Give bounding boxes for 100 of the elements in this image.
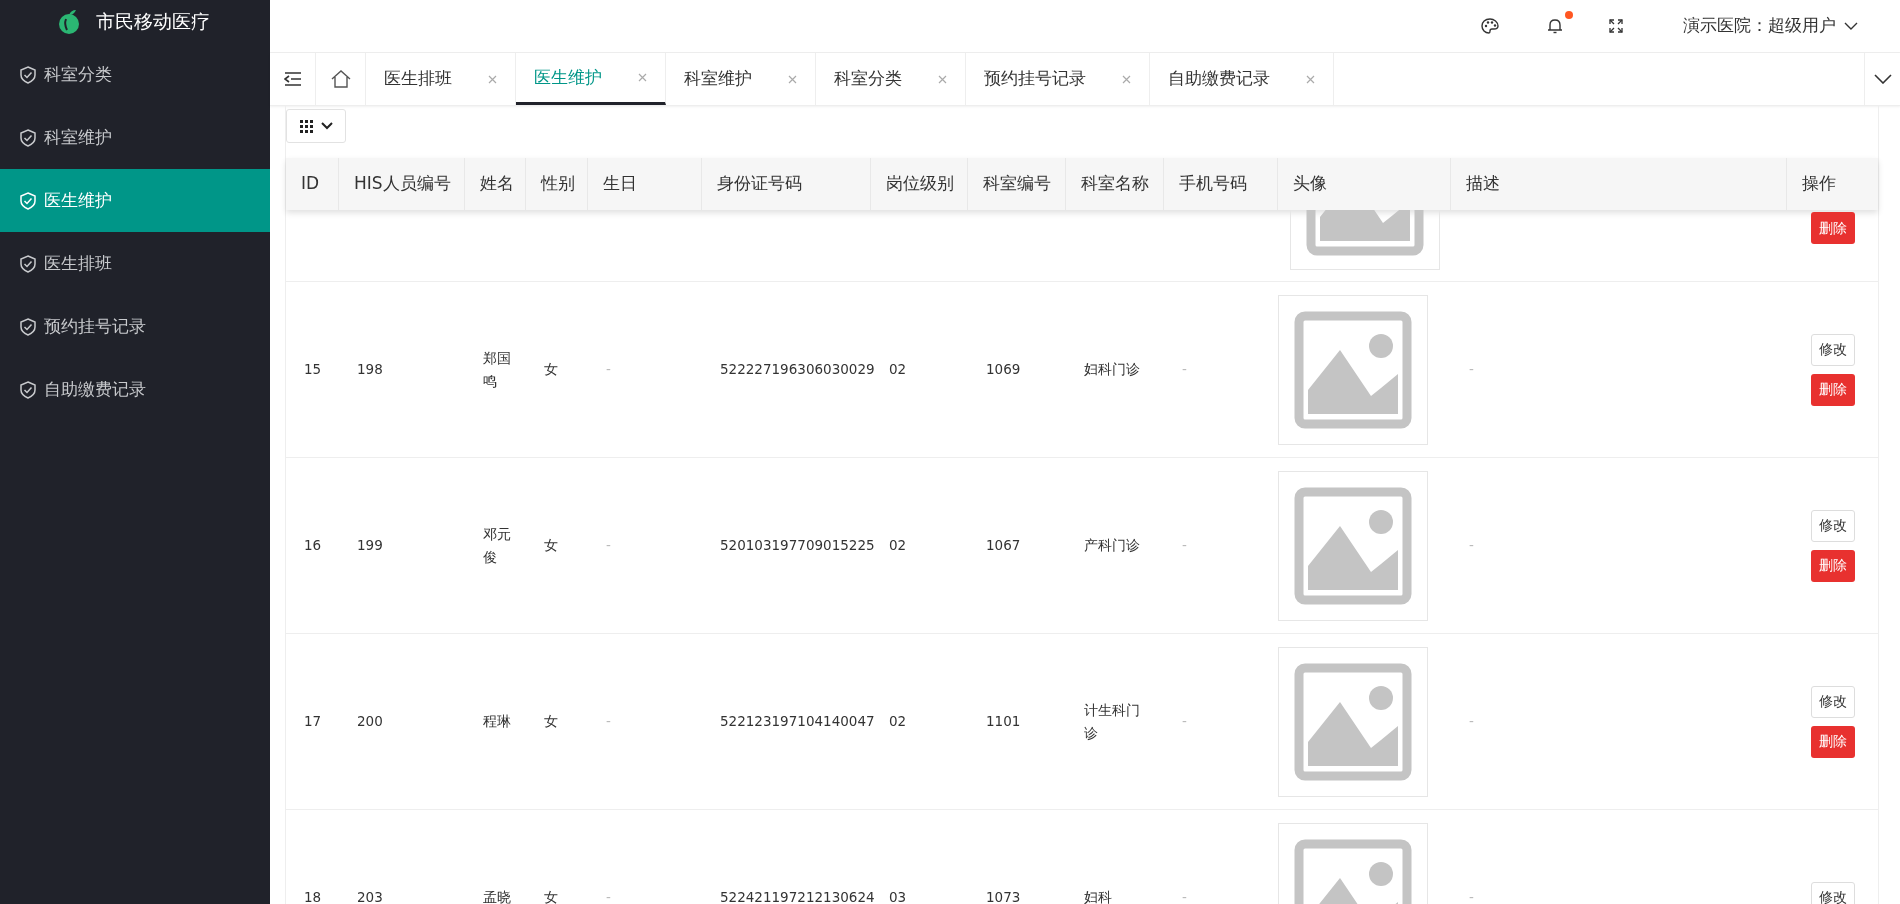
table-cell-text: 18 [304, 888, 322, 904]
delete-button[interactable]: 删除 [1810, 725, 1855, 758]
shield-check-icon [20, 317, 36, 336]
menu-collapse-icon[interactable] [283, 72, 302, 86]
table-cell-text: 16 [304, 536, 322, 556]
sidebar-item[interactable]: 医生排班 [0, 232, 270, 295]
table-cell-text: 17 [304, 712, 322, 732]
shield-check-icon [20, 191, 36, 210]
table-cell-text: 妇科 [1084, 888, 1112, 904]
tab-label: 医生维护 [534, 65, 602, 89]
app-title: 市民移动医疗 [96, 9, 210, 35]
table-cell-text: 522123197104140047 [720, 712, 875, 732]
tab[interactable]: 科室分类 [816, 53, 966, 105]
grid-icon [299, 119, 313, 133]
table-cell-text: 女 [544, 536, 558, 556]
tab[interactable]: 科室维护 [666, 53, 816, 105]
column-header: 描述 [1466, 172, 1500, 196]
shield-check-icon [20, 128, 36, 147]
column-header: 生日 [603, 172, 637, 196]
table-cell-text: 522421197212130624 [720, 888, 875, 904]
table-cell-text: 1101 [986, 712, 1021, 732]
table-cell-text: - [1182, 360, 1187, 380]
table-cell-text: 199 [357, 536, 383, 556]
chevron-down-icon[interactable] [1873, 74, 1892, 84]
tab-label: 预约挂号记录 [984, 67, 1086, 91]
tab[interactable]: 预约挂号记录 [966, 53, 1150, 105]
sidebar-item[interactable]: 科室维护 [0, 106, 270, 169]
table-cell-text: 程琳 [483, 712, 511, 732]
sidebar-item[interactable]: 预约挂号记录 [0, 295, 270, 358]
table-cell-text: 产科门诊 [1084, 536, 1140, 556]
edit-button[interactable]: 修改 [1810, 333, 1855, 366]
table-cell-text: 孟晓 [483, 888, 511, 904]
delete-button[interactable]: 删除 [1810, 212, 1855, 244]
column-header: HIS人员编号 [354, 172, 451, 196]
image-placeholder-icon [1289, 210, 1440, 270]
table-cell-text: 198 [357, 360, 383, 380]
sidebar-item[interactable]: 科室分类 [0, 43, 270, 106]
table-cell-text: 计生科门诊 [1084, 700, 1141, 743]
column-header: 科室编号 [983, 172, 1051, 196]
image-placeholder-icon [1278, 646, 1428, 797]
table-cell-text: 520103197709015225 [720, 536, 875, 556]
column-header: ID [301, 172, 320, 196]
column-header: 科室名称 [1081, 172, 1149, 196]
table-cell-text: - [606, 536, 611, 556]
home-icon[interactable] [330, 70, 351, 88]
table-cell-text: - [1182, 536, 1187, 556]
column-header: 性别 [541, 172, 575, 196]
table-cell-text: 1069 [986, 360, 1021, 380]
sidebar-item[interactable]: 自助缴费记录 [0, 358, 270, 421]
edit-button[interactable]: 修改 [1810, 881, 1855, 904]
table-cell-text: 02 [889, 360, 907, 380]
table-cell-text: - [1182, 712, 1187, 732]
delete-button[interactable]: 删除 [1810, 373, 1855, 406]
image-placeholder-icon [1278, 470, 1428, 621]
edit-button[interactable]: 修改 [1810, 509, 1855, 542]
tab[interactable]: 自助缴费记录 [1150, 53, 1334, 105]
fullscreen-icon[interactable] [1609, 19, 1623, 33]
delete-button[interactable]: 删除 [1810, 549, 1855, 582]
table-cell-text: - [1469, 712, 1474, 732]
table-cell-text: 妇科门诊 [1084, 360, 1140, 380]
table-cell-text: - [1182, 888, 1187, 904]
column-header: 头像 [1293, 172, 1327, 196]
column-header: 岗位级别 [886, 172, 954, 196]
tab[interactable]: 医生维护 [516, 53, 666, 105]
chevron-down-icon [320, 122, 333, 130]
table-cell-text: - [1469, 888, 1474, 904]
edit-button[interactable]: 修改 [1810, 685, 1855, 718]
table-cell-text: 203 [357, 888, 383, 904]
shield-check-icon [20, 65, 36, 84]
table-cell-text: 15 [304, 360, 322, 380]
table-cell-text: 1073 [986, 888, 1021, 904]
bell-icon[interactable] [1547, 17, 1563, 35]
column-header: 姓名 [480, 172, 514, 196]
tab-label: 科室分类 [834, 67, 902, 91]
column-header: 手机号码 [1179, 172, 1247, 196]
table-cell-text: 女 [544, 712, 558, 732]
tab-label: 医生排班 [384, 67, 452, 91]
column-toggle-button[interactable] [286, 109, 346, 143]
table-cell-text: - [606, 712, 611, 732]
user-menu[interactable]: 演示医院：超级用户 [1683, 13, 1858, 39]
chevron-down-icon [1844, 21, 1858, 31]
table-cell-text: 邓元俊 [483, 524, 512, 567]
sidebar-item[interactable]: 医生维护 [0, 169, 270, 232]
tab-label: 科室维护 [684, 67, 752, 91]
shield-check-icon [20, 380, 36, 399]
table-cell-text: - [1469, 360, 1474, 380]
table-cell-text: - [606, 888, 611, 904]
table-cell-text: 02 [889, 536, 907, 556]
table-cell-text: 522227196306030029 [720, 360, 875, 380]
table-cell-text: 02 [889, 712, 907, 732]
tab-label: 自助缴费记录 [1168, 67, 1270, 91]
table-cell-text: 200 [357, 712, 383, 732]
tab[interactable]: 医生排班 [366, 53, 516, 105]
palette-icon[interactable] [1481, 18, 1499, 34]
shield-check-icon [20, 254, 36, 273]
table-cell-text: 03 [889, 888, 907, 904]
column-header: 身份证号码 [717, 172, 802, 196]
logo-icon [58, 8, 80, 35]
image-placeholder-icon [1278, 294, 1428, 445]
column-header: 操作 [1802, 172, 1836, 196]
